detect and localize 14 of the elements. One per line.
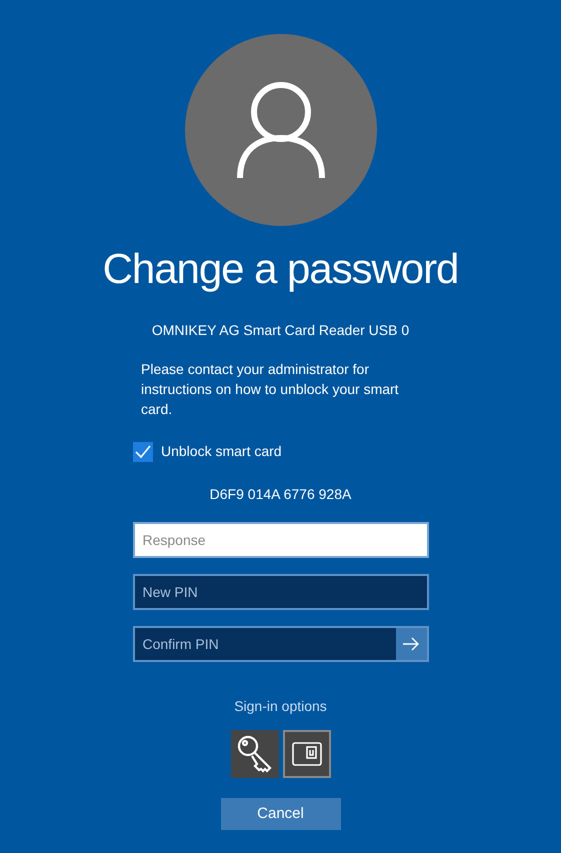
challenge-code: D6F9 014A 6776 928A — [210, 485, 352, 504]
smart-card-icon — [292, 742, 322, 766]
cancel-button[interactable]: Cancel — [220, 798, 340, 830]
instructions-text: Please contact your administrator for instructions on how to unblock your smart card. — [140, 360, 400, 419]
sign-in-option-button[interactable] — [230, 730, 278, 778]
reader-name: OMNIKEY AG Smart Card Reader USB 0 — [152, 321, 410, 340]
key-icon — [236, 735, 272, 773]
sign-in-option-button[interactable] — [282, 730, 330, 778]
page-title: Change a password — [102, 248, 458, 290]
sign-in-options-label: Sign-in options — [234, 697, 327, 716]
unblock-checkbox[interactable] — [133, 442, 153, 462]
input-field[interactable]: Response — [132, 522, 428, 558]
unblock-label[interactable]: Unblock smart card — [161, 441, 282, 462]
input-field[interactable]: New PIN — [132, 574, 428, 610]
